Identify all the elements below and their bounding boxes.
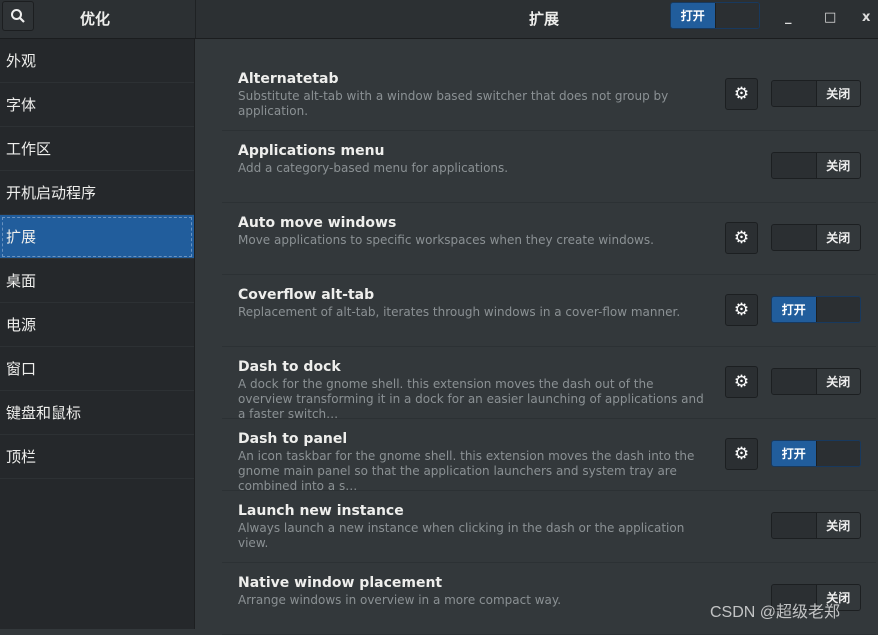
extension-toggle[interactable]: 关闭 [771,368,861,395]
extension-description: Arrange windows in overview in a more co… [238,593,562,607]
toggle-label: 关闭 [816,81,860,106]
extension-toggle[interactable]: 关闭 [771,512,861,539]
extension-description: Always launch a new instance when clicki… [238,521,685,550]
extension-row: Auto move windows Move applications to s… [222,203,876,275]
close-button[interactable]: x [862,10,870,25]
extension-description: An icon taskbar for the gnome shell. thi… [238,449,695,493]
extension-toggle[interactable]: 打开 [771,296,861,323]
extension-row: Dash to panel An icon taskbar for the gn… [222,419,876,493]
sidebar-item[interactable]: 开机启动程序 [0,171,194,215]
sidebar-item[interactable]: 桌面 [0,259,194,303]
watermark: CSDN @超级老郑 [710,604,841,621]
extension-row: Applications menu Add a category-based m… [222,131,876,203]
sidebar-item[interactable]: 窗口 [0,347,194,391]
extension-row: Dash to dock A dock for the gnome shell.… [222,347,876,421]
extensions-list: Alternatetab Substitute alt-tab with a w… [222,59,876,635]
extension-name: Applications menu [238,143,385,159]
sidebar: 外观字体工作区开机启动程序 扩展桌面电源窗口键盘和鼠标顶栏 [0,39,195,629]
extension-name: Dash to dock [238,359,341,375]
sidebar-item-label: 电源 [6,316,37,334]
extension-description: A dock for the gnome shell. this extensi… [238,377,704,421]
global-extensions-switch[interactable]: 打开 [670,2,760,29]
sidebar-item-label: 桌面 [6,272,37,290]
sidebar-item-label: 顶栏 [6,448,37,466]
minimize-button[interactable]: _ [785,10,792,25]
sidebar-item-label: 字体 [6,96,37,114]
sidebar-item[interactable]: 电源 [0,303,194,347]
toggle-label: 关闭 [816,513,860,538]
sidebar-item-label: 窗口 [6,360,37,378]
toggle-label: 关闭 [816,369,860,394]
page-title: 扩展 [528,10,559,28]
gear-icon: ⚙ [733,444,750,464]
gear-icon: ⚙ [733,300,750,320]
sidebar-item-label: 开机启动程序 [6,184,97,202]
toggle-label: 关闭 [816,153,860,178]
extension-name: Coverflow alt-tab [238,287,375,303]
extension-name: Launch new instance [238,503,404,519]
extension-settings-button[interactable]: ⚙ [725,438,758,470]
extension-row: Launch new instance Always launch a new … [222,491,876,563]
extension-description: Move applications to specific workspaces… [238,233,654,247]
toggle-label: 打开 [772,441,816,466]
sidebar-item-label: 工作区 [6,140,52,158]
extension-toggle[interactable]: 打开 [771,440,861,467]
extension-settings-button[interactable]: ⚙ [725,294,758,326]
extension-description: Substitute alt-tab with a window based s… [238,89,669,118]
extension-settings-button[interactable]: ⚙ [725,366,758,398]
toggle-label: 关闭 [816,225,860,250]
gear-icon: ⚙ [733,372,750,392]
header-bar: 优化 扩展 打开 _ □ x [0,0,878,39]
extension-name: Auto move windows [238,215,397,231]
maximize-button[interactable]: □ [824,10,836,25]
extension-name: Native window placement [238,575,443,591]
sidebar-item[interactable]: 外观 [0,39,194,83]
gear-icon: ⚙ [733,84,750,104]
search-icon [11,9,25,23]
switch-on-label: 打开 [671,3,715,28]
sidebar-item-label: 扩展 [6,228,37,246]
gear-icon: ⚙ [733,228,750,248]
extension-toggle[interactable]: 关闭 [771,80,861,107]
sidebar-item[interactable]: 工作区 [0,127,194,171]
sidebar-item-label: 键盘和鼠标 [6,404,82,422]
sidebar-item[interactable]: 顶栏 [0,435,194,479]
sidebar-item[interactable]: 扩展 [0,215,194,259]
extension-description: Add a category-based menu for applicatio… [238,161,509,175]
sidebar-item-label: 外观 [6,52,37,70]
extension-settings-button[interactable]: ⚙ [725,222,758,254]
extension-toggle[interactable]: 关闭 [771,152,861,179]
extension-toggle[interactable]: 关闭 [771,224,861,251]
extension-row: Coverflow alt-tab Replacement of alt-tab… [222,275,876,347]
toggle-label: 打开 [772,297,816,322]
search-button[interactable] [2,1,34,31]
extension-settings-button[interactable]: ⚙ [725,78,758,110]
app-title: 优化 [79,10,110,28]
extension-name: Dash to panel [238,431,348,447]
extension-name: Alternatetab [238,71,339,87]
sidebar-item[interactable]: 字体 [0,83,194,127]
extension-row: Alternatetab Substitute alt-tab with a w… [222,59,876,131]
sidebar-item[interactable]: 键盘和鼠标 [0,391,194,435]
header-divider [195,0,196,38]
extension-description: Replacement of alt-tab, iterates through… [238,305,681,319]
